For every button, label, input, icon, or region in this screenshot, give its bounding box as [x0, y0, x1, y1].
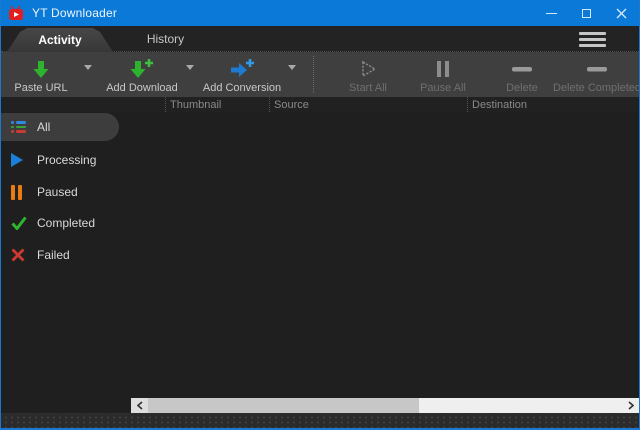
dash-icon — [511, 58, 533, 80]
add-download-label: Add Download — [106, 82, 178, 94]
column-header-source[interactable]: Source — [269, 97, 467, 112]
maximize-icon — [582, 9, 591, 18]
list-column-headers: Thumbnail Source Destination — [1, 97, 639, 112]
blue-right-arrow-plus-icon — [229, 58, 256, 80]
start-all-button[interactable]: Start All — [335, 52, 401, 97]
tab-history[interactable]: History — [113, 26, 218, 52]
add-download-dropdown[interactable] — [177, 52, 203, 97]
play-outline-icon — [358, 58, 378, 80]
chevron-down-icon — [186, 65, 194, 70]
tab-activity-label: Activity — [38, 33, 81, 47]
paste-url-dropdown[interactable] — [75, 52, 101, 97]
sidebar-item-all[interactable]: All — [1, 113, 119, 141]
add-conversion-dropdown[interactable] — [279, 52, 305, 97]
green-down-arrow-icon — [31, 58, 51, 80]
scrollbar-track[interactable] — [419, 398, 639, 413]
pause-icon — [435, 58, 451, 80]
status-strip — [1, 413, 639, 428]
download-list-area: All Processing Paused Completed — [1, 112, 639, 396]
chevron-down-icon — [288, 65, 296, 70]
sidebar-item-label: Paused — [37, 185, 78, 199]
sidebar-item-label: Completed — [37, 216, 95, 230]
delete-completed-button[interactable]: Delete Completed — [559, 52, 635, 97]
toolbar-separator — [313, 56, 314, 93]
pause-all-label: Pause All — [420, 82, 466, 94]
paste-url-button[interactable]: Paste URL — [7, 52, 75, 97]
sidebar-item-label: Failed — [37, 248, 70, 262]
tab-history-label: History — [147, 32, 184, 46]
column-header-destination[interactable]: Destination — [467, 97, 627, 112]
delete-label: Delete — [506, 82, 538, 94]
pause-all-button[interactable]: Pause All — [410, 52, 476, 97]
scroll-left-button[interactable] — [131, 398, 148, 413]
green-down-arrow-plus-icon — [129, 58, 155, 80]
chevron-right-icon — [628, 401, 634, 410]
add-conversion-label: Add Conversion — [203, 82, 281, 94]
sidebar-item-label: All — [37, 120, 50, 134]
sidebar-item-paused[interactable]: Paused — [1, 178, 78, 206]
minimize-icon — [546, 13, 557, 14]
chevron-down-icon — [84, 65, 92, 70]
tab-activity[interactable]: Activity — [7, 28, 113, 52]
orange-pause-icon — [11, 184, 29, 200]
app-tv-play-icon — [8, 6, 25, 21]
sidebar-item-label: Processing — [37, 153, 96, 167]
delete-button[interactable]: Delete — [489, 52, 555, 97]
hamburger-icon — [579, 32, 606, 35]
toolbar: Paste URL Add Download Add Conversion — [1, 52, 639, 97]
chevron-left-icon — [137, 401, 143, 410]
add-conversion-button[interactable]: Add Conversion — [205, 52, 279, 97]
hamburger-menu-button[interactable] — [579, 32, 606, 47]
delete-completed-label: Delete Completed — [553, 82, 640, 94]
multicolor-list-icon — [11, 119, 29, 135]
paste-url-label: Paste URL — [14, 82, 67, 94]
column-header-thumbnail[interactable]: Thumbnail — [165, 97, 269, 112]
sidebar-item-processing[interactable]: Processing — [1, 146, 96, 174]
add-download-button[interactable]: Add Download — [107, 52, 177, 97]
close-icon — [616, 8, 627, 19]
sidebar-item-completed[interactable]: Completed — [1, 209, 95, 237]
sidebar-item-failed[interactable]: Failed — [1, 241, 70, 269]
horizontal-scrollbar[interactable] — [131, 398, 639, 413]
dash-icon — [586, 58, 608, 80]
red-x-icon — [11, 247, 29, 263]
green-check-icon — [11, 215, 29, 231]
tab-bar: Activity History — [1, 26, 639, 52]
maximize-button[interactable] — [569, 0, 604, 26]
minimize-button[interactable] — [534, 0, 569, 26]
titlebar[interactable]: YT Downloader — [1, 0, 639, 26]
app-window: YT Downloader Activity History — [0, 0, 640, 430]
start-all-label: Start All — [349, 82, 387, 94]
blue-play-icon — [11, 152, 29, 168]
window-title: YT Downloader — [32, 6, 117, 20]
scroll-right-button[interactable] — [622, 398, 639, 413]
close-button[interactable] — [604, 0, 639, 26]
scrollbar-thumb[interactable] — [148, 398, 419, 413]
